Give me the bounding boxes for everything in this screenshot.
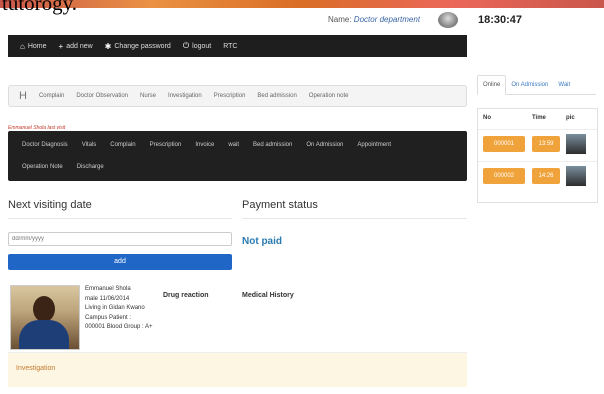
nav-logout-label: logout (192, 42, 212, 50)
department-prefix: Name: (328, 15, 352, 24)
investigation-label[interactable]: Investigation (16, 365, 55, 372)
tab-wait[interactable]: Wait (553, 76, 575, 94)
patient-menu: Doctor Diagnosis Vitals Complain Prescri… (8, 131, 467, 181)
nav-rtc[interactable]: RTC (223, 43, 237, 50)
next-visit-heading: Next visiting date (8, 199, 92, 211)
nav-home[interactable]: ⌂ Home (20, 42, 47, 51)
col-header-no: No (483, 115, 491, 121)
patient-photo (10, 285, 80, 350)
menu-vitals[interactable]: Vitals (82, 142, 97, 148)
nav-change-password-label: Change password (114, 42, 171, 50)
plus-icon: + (58, 41, 64, 51)
caption-text: tutorogy. (2, 0, 78, 15)
nav-add-new[interactable]: + add new (59, 42, 93, 51)
patient-menu-row-1: Doctor Diagnosis Vitals Complain Prescri… (8, 142, 391, 148)
menu-on-admission[interactable]: On Admission (306, 142, 343, 148)
crumb-doctor-observation[interactable]: Doctor Observation (76, 93, 128, 99)
patient-residence: Living in Gidan Kwano (85, 305, 145, 311)
payment-heading: Payment status (242, 199, 318, 211)
divider (242, 218, 467, 219)
patient-time-badge: 14:26 (532, 168, 560, 184)
menu-appointment[interactable]: Appointment (357, 142, 391, 148)
investigation-panel: Investigation (8, 352, 467, 387)
home-icon: ⌂ (20, 41, 25, 51)
col-header-pic: pic (566, 115, 575, 121)
patient-info: Emmanuel Shola male 11/06/2014 Living in… (85, 285, 153, 333)
divider (8, 218, 232, 219)
queue-table: No Time pic 000001 13:59 000002 14:26 (477, 108, 598, 203)
banner-decoration (0, 0, 604, 8)
crumb-nurse[interactable]: Nurse (140, 93, 156, 99)
crumb-prescription[interactable]: Prescription (214, 93, 246, 99)
visit-date-input[interactable] (8, 232, 232, 246)
nav-home-label: Home (27, 42, 47, 50)
menu-prescription[interactable]: Prescription (150, 142, 182, 148)
nav-rtc-label: RTC (223, 42, 238, 50)
crumb-complain[interactable]: Complain (39, 93, 64, 99)
department-label: Name: Doctor department (328, 15, 420, 24)
payment-status: Not paid (242, 236, 282, 247)
col-header-time: Time (532, 115, 546, 121)
patient-no-button[interactable]: 000002 (483, 168, 525, 184)
patient-id-blood: 000001 Blood Group : A+ (85, 324, 153, 330)
crumb-bed-admission[interactable]: Bed admission (257, 93, 296, 99)
clock: 18:30:47 (478, 14, 523, 26)
queue-tabs: Online On Admission Wait (477, 72, 596, 95)
breadcrumb: H Complain Doctor Observation Nurse Inve… (8, 85, 467, 107)
menu-invoice[interactable]: Invoice (195, 142, 214, 148)
breadcrumb-home-letter[interactable]: H (19, 90, 27, 102)
drug-reaction-label: Drug reaction (163, 292, 209, 299)
gear-icon: ✱ (104, 41, 112, 51)
menu-discharge[interactable]: Discharge (77, 164, 104, 170)
patient-name: Emmanuel Shola (85, 286, 131, 292)
menu-bed-admission[interactable]: Bed admission (253, 142, 292, 148)
nav-add-new-label: add new (66, 42, 93, 50)
table-row: 000002 14:26 (478, 161, 597, 190)
add-visit-button[interactable]: add (8, 254, 232, 270)
table-row: 000001 13:59 (478, 129, 597, 158)
doctor-avatar (438, 12, 458, 28)
menu-wait[interactable]: wait (228, 142, 239, 148)
crumb-investigation[interactable]: Investigation (168, 93, 202, 99)
menu-doctor-diagnosis[interactable]: Doctor Diagnosis (22, 142, 68, 148)
patient-thumbnail (566, 166, 586, 186)
patient-type: Campus Patient : (85, 314, 132, 321)
department-name: Doctor department (353, 15, 421, 24)
power-icon: ⏻ (182, 41, 190, 50)
menu-complain[interactable]: Complain (110, 142, 135, 148)
tab-online[interactable]: Online (477, 75, 507, 95)
photo-body (19, 320, 69, 349)
tab-on-admission[interactable]: On Admission (506, 76, 553, 94)
patient-menu-row-2: Operation Note Discharge (8, 164, 104, 170)
patient-sex-dob: male 11/06/2014 (85, 295, 130, 302)
nav-change-password[interactable]: ✱ Change password (105, 42, 171, 51)
menu-operation-note[interactable]: Operation Note (22, 164, 63, 170)
crumb-operation-note[interactable]: Operation note (309, 93, 349, 99)
patient-thumbnail (566, 134, 586, 154)
nav-bar: ⌂ Home + add new ✱ Change password ⏻ log… (8, 35, 467, 57)
patient-no-button[interactable]: 000001 (483, 136, 525, 152)
nav-logout[interactable]: ⏻ logout (183, 41, 211, 51)
patient-time-badge: 13:59 (532, 136, 560, 152)
medical-history-label: Medical History (242, 292, 294, 299)
photo-face (33, 296, 55, 322)
